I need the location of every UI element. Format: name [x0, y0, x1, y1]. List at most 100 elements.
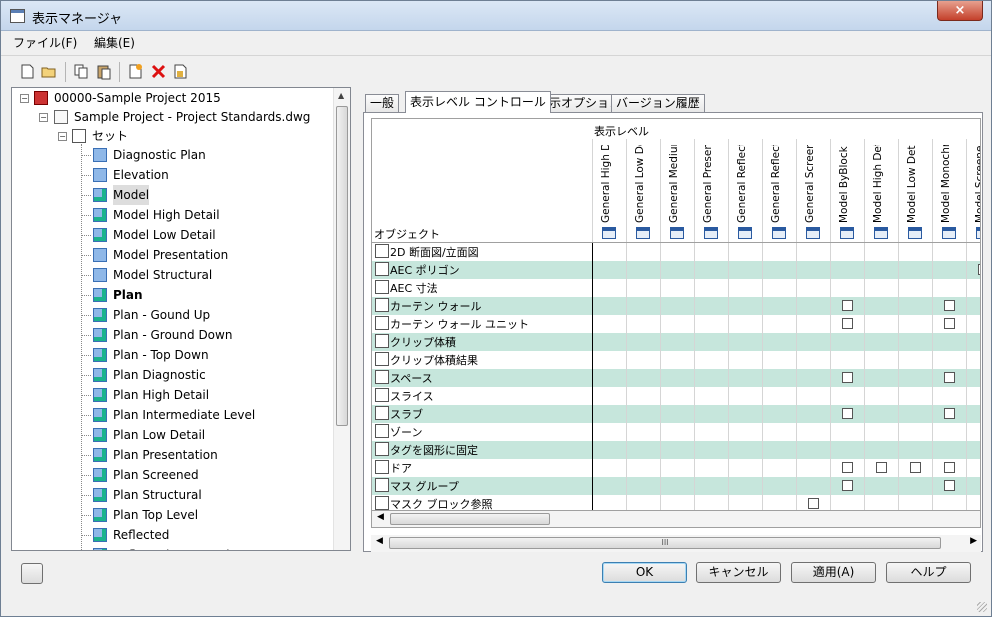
- display-rep-column-header[interactable]: General High Detail: [592, 139, 626, 243]
- purge-icon[interactable]: [172, 63, 189, 80]
- panel-scroll-thumb[interactable]: III: [389, 537, 941, 549]
- tree-scroll-thumb[interactable]: [336, 106, 348, 426]
- display-set-icon: [93, 148, 107, 162]
- object-row[interactable]: スライス: [372, 387, 980, 405]
- object-row[interactable]: AEC 寸法: [372, 279, 980, 297]
- paste-icon[interactable]: [96, 63, 113, 80]
- delete-icon[interactable]: [150, 63, 167, 80]
- object-row[interactable]: タグを図形に固定: [372, 441, 980, 459]
- object-row[interactable]: スペース: [372, 369, 980, 387]
- display-level-grid[interactable]: 表示レベル オブジェクト General High Detail General …: [371, 118, 981, 511]
- display-rep-icon: [738, 227, 752, 239]
- column-label: General Medium Detail: [668, 145, 680, 223]
- tab-general[interactable]: 一般: [365, 94, 400, 113]
- menu-file[interactable]: ファイル(F): [13, 34, 77, 51]
- display-level-checkbox[interactable]: [842, 462, 853, 473]
- display-level-checkbox[interactable]: [944, 462, 955, 473]
- copy-icon[interactable]: [73, 63, 90, 80]
- menu-edit[interactable]: 編集(E): [94, 34, 135, 51]
- object-row[interactable]: ゾーン: [372, 423, 980, 441]
- display-level-checkbox[interactable]: [842, 300, 853, 311]
- display-level-checkbox[interactable]: [944, 480, 955, 491]
- display-rep-column-header[interactable]: Model Screened: [966, 139, 980, 243]
- new-set-icon[interactable]: [127, 63, 144, 80]
- object-row[interactable]: AEC ポリゴン: [372, 261, 980, 279]
- grid-horizontal-scrollbar[interactable]: ◀: [371, 511, 981, 528]
- grid-cell: [694, 495, 728, 510]
- grid-cell: [932, 441, 966, 459]
- object-row[interactable]: カーテン ウォール ユニット: [372, 315, 980, 333]
- object-row[interactable]: マスク ブロック参照: [372, 495, 980, 510]
- display-level-checkbox[interactable]: [808, 498, 819, 509]
- display-level-checkbox[interactable]: [842, 408, 853, 419]
- display-level-checkbox[interactable]: [842, 480, 853, 491]
- ok-button[interactable]: OK: [602, 562, 687, 583]
- object-row[interactable]: クリップ体積結果: [372, 351, 980, 369]
- scroll-left-arrow[interactable]: ◀: [376, 536, 383, 546]
- display-rep-column-header[interactable]: General Medium Detail: [660, 139, 694, 243]
- object-row[interactable]: ドア: [372, 459, 980, 477]
- display-rep-column-header[interactable]: General Presentation: [694, 139, 728, 243]
- tree-set-label: Elevation: [113, 168, 169, 182]
- object-row[interactable]: 2D 断面図/立面図: [372, 243, 980, 261]
- object-row[interactable]: クリップ体積: [372, 333, 980, 351]
- new-icon[interactable]: [19, 63, 36, 80]
- grid-cell: [626, 495, 660, 510]
- display-set-tree[interactable]: − 00000-Sample Project 2015 − Sample Pro…: [11, 87, 351, 551]
- display-rep-column-header[interactable]: General Low Detail: [626, 139, 660, 243]
- display-level-checkbox[interactable]: [944, 318, 955, 329]
- open-folder-icon[interactable]: [41, 63, 58, 80]
- display-level-checkbox[interactable]: [910, 462, 921, 473]
- display-level-checkbox[interactable]: [876, 462, 887, 473]
- object-row[interactable]: スラブ: [372, 405, 980, 423]
- grid-cell: [966, 297, 980, 315]
- display-level-checkbox[interactable]: [842, 318, 853, 329]
- standards-label: Sample Project - Project Standards.dwg: [74, 110, 311, 124]
- tree-line: [81, 175, 91, 176]
- display-level-checkbox[interactable]: [944, 372, 955, 383]
- grid-scroll-thumb[interactable]: [390, 513, 550, 525]
- tree-collapse-toggle[interactable]: −: [58, 132, 67, 141]
- display-level-header: 表示レベル: [594, 125, 649, 138]
- grid-cell: [932, 333, 966, 351]
- tree-collapse-toggle[interactable]: −: [20, 94, 29, 103]
- grid-cell: [626, 477, 660, 495]
- grid-cell: [796, 441, 830, 459]
- grid-cell: [898, 405, 932, 423]
- grid-cell: [966, 495, 980, 510]
- display-rep-column-header[interactable]: General Reflected: [728, 139, 762, 243]
- display-rep-column-header[interactable]: General Screened: [796, 139, 830, 243]
- grid-cell: [898, 243, 932, 261]
- display-level-checkbox[interactable]: [842, 372, 853, 383]
- display-rep-column-header[interactable]: Model Low Detail: [898, 139, 932, 243]
- display-rep-column-header[interactable]: Model Monochrome: [932, 139, 966, 243]
- object-type-icon: [375, 406, 389, 420]
- tree-vertical-scrollbar[interactable]: ▲: [333, 88, 350, 550]
- apply-button[interactable]: 適用(A): [791, 562, 876, 583]
- display-level-checkbox[interactable]: [978, 264, 980, 275]
- scroll-right-arrow[interactable]: ▶: [970, 536, 977, 546]
- resize-grip[interactable]: [977, 602, 987, 612]
- display-level-checkbox[interactable]: [944, 408, 955, 419]
- object-row[interactable]: マス グループ: [372, 477, 980, 495]
- display-level-checkbox[interactable]: [944, 300, 955, 311]
- scroll-left-arrow[interactable]: ◀: [377, 512, 384, 522]
- display-rep-column-header[interactable]: Model High Detail: [864, 139, 898, 243]
- tab-version-history[interactable]: バージョン履歴: [611, 94, 705, 113]
- close-button[interactable]: ×: [937, 1, 983, 21]
- scroll-up-arrow[interactable]: ▲: [338, 91, 344, 100]
- panel-horizontal-scrollbar[interactable]: ◀ III ▶: [371, 535, 981, 552]
- display-rep-column-header[interactable]: Model ByBlock: [830, 139, 864, 243]
- grid-cell: [660, 495, 694, 510]
- display-configuration-icon[interactable]: [21, 563, 43, 584]
- grid-cell: [660, 477, 694, 495]
- display-rep-column-header[interactable]: General Reflected Screened: [762, 139, 796, 243]
- tab-display-level-control[interactable]: 表示レベル コントロール: [405, 91, 551, 113]
- help-button[interactable]: ヘルプ: [886, 562, 971, 583]
- tree-collapse-toggle[interactable]: −: [39, 113, 48, 122]
- grid-cell: [864, 477, 898, 495]
- object-row[interactable]: カーテン ウォール: [372, 297, 980, 315]
- grid-cell: [932, 459, 966, 477]
- cancel-button[interactable]: キャンセル: [696, 562, 781, 583]
- grid-cell: [762, 441, 796, 459]
